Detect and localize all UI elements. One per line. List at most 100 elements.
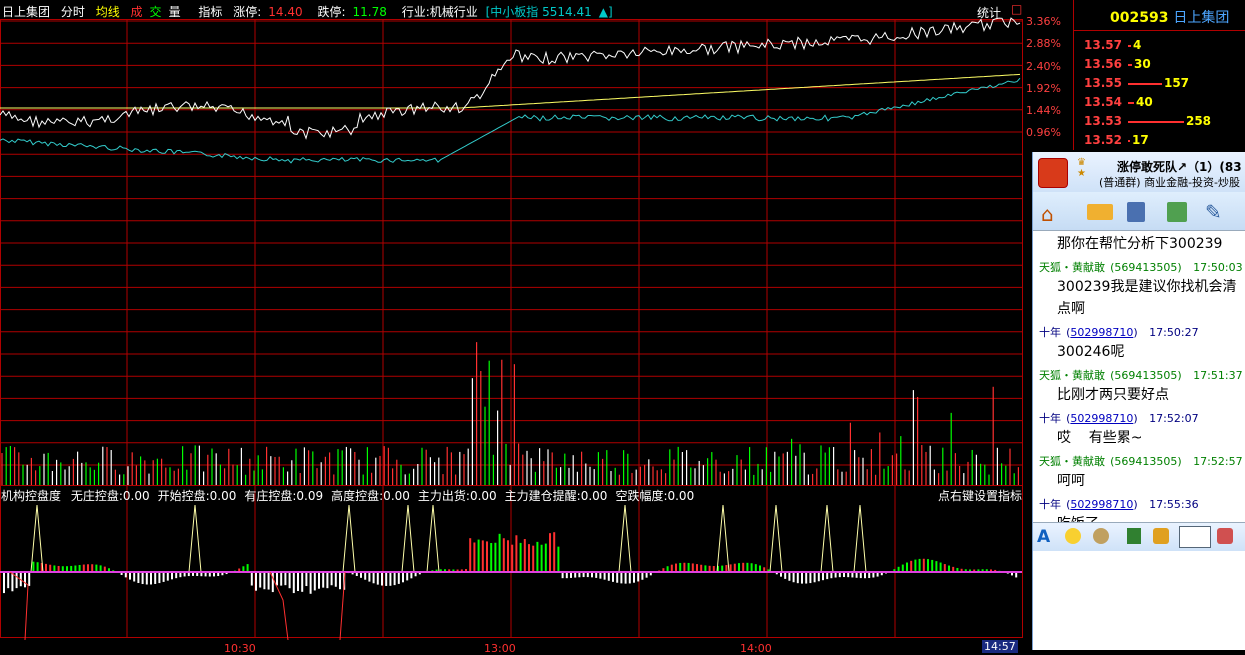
message-body: 300246呢	[1057, 344, 1125, 360]
orderbook-row[interactable]: 13.52 17	[1084, 131, 1149, 149]
message-time: 17:52:57	[1189, 455, 1243, 468]
indicator-bar: 机构控盘度 无庄控盘:0.00 开始控盘:0.00 有庄控盘:0.09 高度控盘:0.…	[1, 487, 702, 504]
message-time: 17:52:07	[1145, 412, 1199, 425]
axis-pct-4: 1.92%	[1026, 82, 1061, 95]
limit-down: 跌停: 11.78	[317, 5, 387, 19]
indicator-spike	[188, 504, 202, 573]
axis-pct-3: 2.40%	[1026, 60, 1061, 73]
ob-qty: 30	[1133, 57, 1151, 71]
indicator-item-4: 主力出货:0.00	[417, 489, 497, 503]
menu-avgline[interactable]: 均线	[96, 3, 120, 20]
axis-pct-2: 2.88%	[1026, 37, 1061, 50]
group-avatar	[1038, 158, 1068, 188]
ob-volume-bar	[1127, 44, 1131, 47]
message-sender[interactable]: 天狐・黄献敢	[1039, 369, 1105, 382]
home-icon[interactable]: ⌂	[1041, 202, 1054, 226]
current-time-cursor: 14:57	[982, 640, 1018, 653]
screen-capture-icon[interactable]	[1179, 526, 1211, 548]
time-label-1030: 10:30	[224, 642, 256, 655]
message-body: 点啊	[1057, 301, 1085, 317]
orderbook-row[interactable]: 13.53 258	[1084, 112, 1211, 130]
ob-price: 13.55	[1084, 76, 1122, 90]
magic-emoji-icon[interactable]	[1093, 528, 1109, 544]
average-price-line	[0, 73, 1021, 109]
ob-price: 13.56	[1084, 57, 1122, 71]
screenshot-icon[interactable]	[1153, 528, 1169, 544]
indicator-spike	[769, 504, 783, 573]
message-sender-id[interactable]: (569413505)	[1110, 369, 1182, 382]
message-header: 天狐・黄献敢 (569413505) 17:51:37	[1033, 364, 1245, 383]
ob-volume-bar	[1127, 82, 1162, 85]
message-body: 吃饭了	[1033, 512, 1245, 522]
stats-button[interactable]: 统计	[977, 4, 1001, 21]
close-icon[interactable]: □	[1011, 2, 1022, 16]
indicator-spike	[618, 504, 632, 573]
message-sender-id[interactable]: (569413505)	[1110, 261, 1182, 274]
ob-qty: 17	[1131, 133, 1149, 147]
message-sender[interactable]: 十年	[1039, 498, 1061, 511]
settings-icon[interactable]: ✎	[1205, 200, 1222, 224]
orderbook-row[interactable]: 13.54 40	[1084, 93, 1153, 111]
time-label-1300: 13:00	[484, 642, 516, 655]
folder-icon[interactable]	[1087, 204, 1113, 220]
message-sender[interactable]: 天狐・黄献敢	[1039, 455, 1105, 468]
message-time: 17:50:27	[1145, 326, 1199, 339]
message-sender-id[interactable]: (502998710)	[1066, 498, 1138, 511]
indicator-item-5: 主力建仓提醒:0.00	[504, 489, 608, 503]
indicator-name: 机构控盘度	[1, 489, 62, 503]
index-line	[0, 77, 1021, 164]
indicator-item-6: 空跌幅度:0.00	[615, 489, 695, 503]
order-book: 002593 日上集团 13.57 4 13.56 30 13.55 157 13.54 40…	[1073, 0, 1245, 150]
message-sender[interactable]: 天狐・黄献敢	[1039, 261, 1105, 274]
price-line	[0, 17, 1021, 140]
message-body: 那你在帮忙分析下300239	[1057, 236, 1223, 252]
index-quote: [中小板指 5514.41 ▲]	[485, 5, 613, 19]
qq-group-chat[interactable]: ♛ ★ 涨停敢死队↗（1）(83 (普通群) 商业金融-投资-炒股 ⌂ ✎ 那你在…	[1032, 152, 1245, 650]
indicator-spike	[853, 504, 867, 573]
message-body: 300239我是建议你找机会清	[1057, 279, 1237, 295]
message-sender-id[interactable]: (502998710)	[1066, 412, 1138, 425]
indicator-item-0: 无庄控盘:0.00	[70, 489, 150, 503]
indicator-spike	[716, 504, 730, 573]
axis-pct-1: 3.36%	[1026, 15, 1061, 28]
message-header: 十年 (502998710) 17:52:07	[1033, 407, 1245, 426]
message-body: 哎 有些累~	[1057, 430, 1143, 446]
emoji-icon[interactable]	[1065, 528, 1081, 544]
ob-price: 13.54	[1084, 95, 1122, 109]
menu-volume[interactable]: 成交量	[131, 3, 188, 20]
message-sender[interactable]: 十年	[1039, 412, 1061, 425]
ob-qty: 157	[1163, 76, 1190, 90]
message-sender-id[interactable]: (569413505)	[1110, 455, 1182, 468]
ob-qty: 258	[1185, 114, 1212, 128]
image-icon[interactable]	[1127, 528, 1141, 544]
indicator-spike	[342, 504, 356, 573]
add-app-icon[interactable]	[1167, 202, 1187, 222]
message-sender[interactable]: 十年	[1039, 326, 1061, 339]
time-label-1400: 14:00	[740, 642, 772, 655]
indicator-item-1: 开始控盘:0.00	[157, 489, 237, 503]
chat-toolbar: ⌂ ✎	[1033, 192, 1245, 231]
message-time: 17:55:36	[1145, 498, 1199, 511]
indicator-spike	[426, 504, 440, 573]
indicator-settings-hint[interactable]: 点右键设置指标	[938, 487, 1022, 504]
orderbook-row[interactable]: 13.56 30	[1084, 55, 1151, 73]
ob-price: 13.53	[1084, 114, 1122, 128]
message-list[interactable]: 那你在帮忙分析下300239 天狐・黄献敢 (569413505) 17:50:0…	[1033, 232, 1245, 522]
menu-timeshare[interactable]: 分时	[61, 3, 85, 20]
orderbook-row[interactable]: 13.55 157	[1084, 74, 1189, 92]
chat-title: 涨停敢死队↗（1）(83	[1117, 160, 1242, 174]
album-icon[interactable]	[1127, 202, 1145, 222]
font-icon[interactable]: A	[1037, 527, 1050, 547]
message-sender-id[interactable]: (502998710)	[1066, 326, 1138, 339]
more-icon[interactable]	[1217, 528, 1233, 544]
stock-name: 日上集团	[2, 5, 51, 19]
ob-qty: 40	[1135, 95, 1153, 109]
group-badge-icon: ♛ ★	[1077, 157, 1086, 179]
chat-subtitle: (普通群) 商业金融-投资-炒股	[1099, 176, 1241, 189]
message-body: 呵呵	[1057, 473, 1085, 489]
intraday-chart[interactable]	[0, 0, 1030, 650]
menu-indicator[interactable]: 指标	[198, 3, 222, 20]
indicator-spike	[401, 504, 415, 573]
indicator-item-3: 高度控盘:0.00	[331, 489, 410, 503]
orderbook-row[interactable]: 13.57 4	[1084, 36, 1141, 54]
